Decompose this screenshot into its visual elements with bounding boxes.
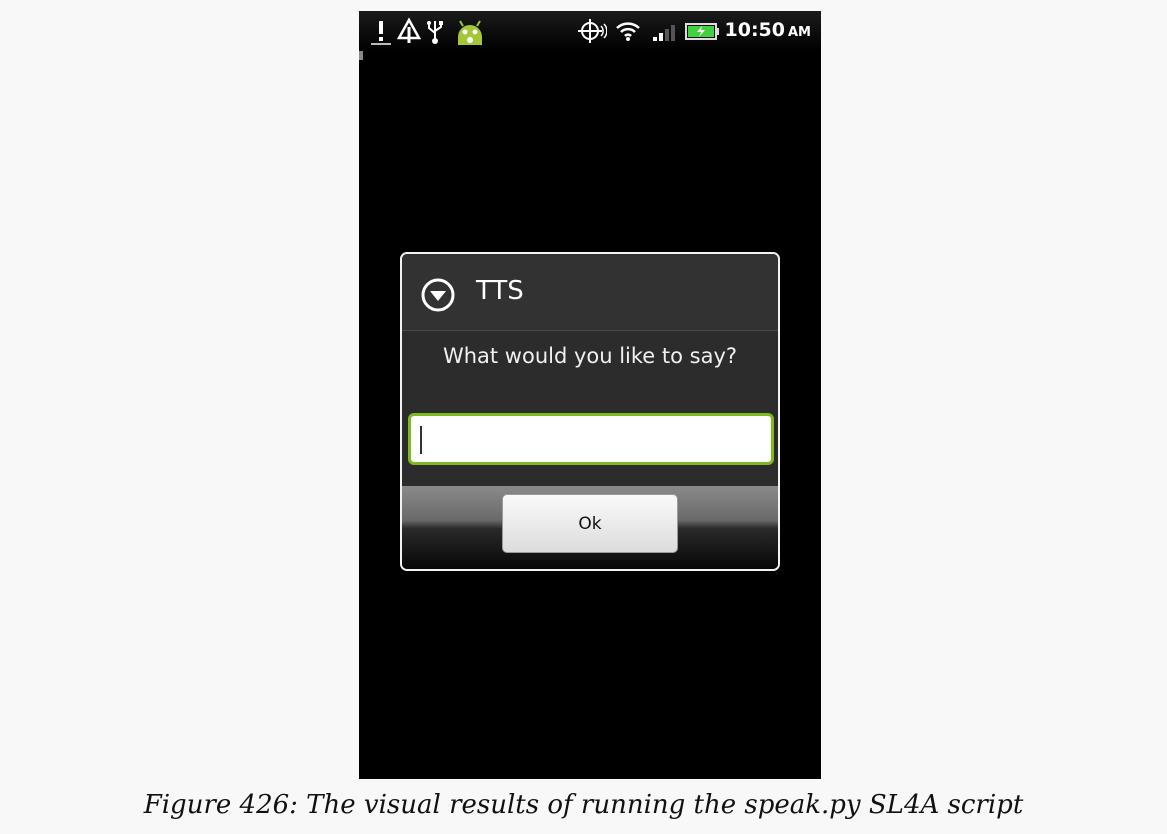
- alert-icon: [371, 17, 391, 45]
- dialog-title-bar: TTS: [402, 254, 778, 331]
- gps-icon: [577, 17, 607, 45]
- clock-time: 10:50: [724, 19, 785, 41]
- ok-button[interactable]: Ok: [502, 494, 678, 553]
- clock-ampm: AM: [788, 25, 811, 40]
- dialog-title: TTS: [476, 276, 524, 306]
- battery-icon: [685, 17, 719, 45]
- wifi-icon: [615, 17, 641, 45]
- clock: 10:50 AM: [725, 19, 811, 41]
- status-bar: 10:50 AM: [359, 11, 821, 51]
- phone-screen: 10:50 AM TTS What would you like to say? …: [359, 11, 821, 779]
- dropdown-circle-icon: [420, 277, 456, 313]
- screen-marker: [359, 51, 363, 60]
- android-icon: [453, 17, 487, 45]
- upload-warning-icon: [397, 17, 421, 45]
- figure-caption: Figure 426: The visual results of runnin…: [143, 790, 1024, 820]
- text-caret: [420, 426, 422, 454]
- speech-text-input[interactable]: [408, 413, 774, 465]
- signal-icon: [651, 17, 677, 45]
- usb-icon: [425, 17, 445, 45]
- dialog-message: What would you like to say?: [442, 344, 738, 368]
- tts-dialog: TTS What would you like to say? Ok: [400, 252, 780, 571]
- dialog-button-bar: Ok: [402, 486, 778, 569]
